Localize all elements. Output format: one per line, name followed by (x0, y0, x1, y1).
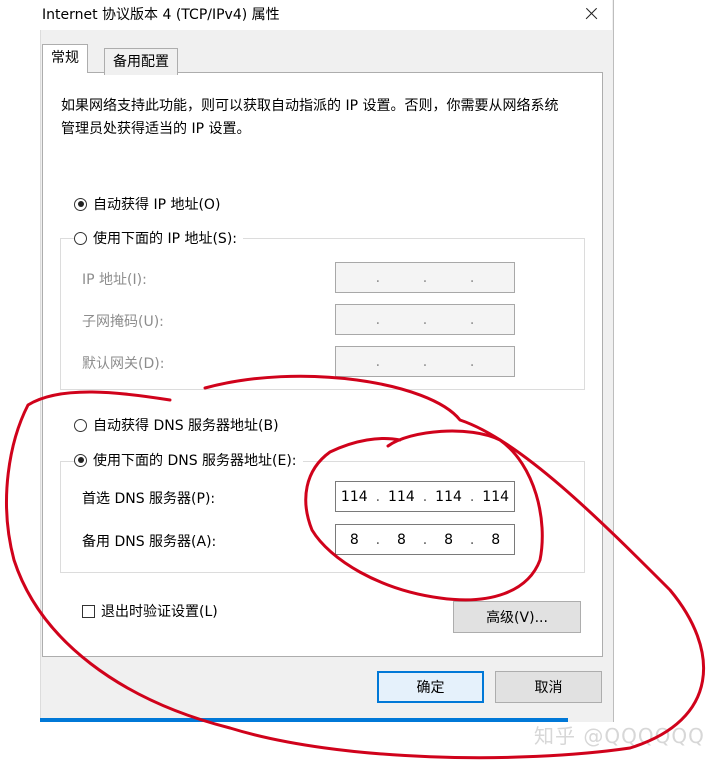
intro-text: 如果网络支持此功能，则可以获取自动指派的 IP 设置。否则，你需要从网络系统管理… (61, 98, 559, 137)
preferred-dns-label: 首选 DNS 服务器(P): (82, 491, 216, 507)
ip-address-label: IP 地址(I): (82, 272, 147, 288)
validate-checkbox-label: 退出时验证设置(L) (101, 604, 218, 620)
close-icon[interactable] (572, 0, 610, 28)
radio-auto-ip[interactable]: 自动获得 IP 地址(O) (74, 193, 227, 215)
preferred-dns-octet-3[interactable]: 114 (432, 489, 466, 505)
radio-auto-dns[interactable]: 自动获得 DNS 服务器地址(B) (74, 414, 285, 436)
radio-manual-dns-label: 使用下面的 DNS 服务器地址(E): (93, 453, 297, 469)
radio-manual-ip[interactable]: 使用下面的 IP 地址(S): (74, 227, 243, 249)
alternate-dns-octet-2[interactable]: 8 (384, 532, 418, 548)
alternate-dns-octet-1[interactable]: 8 (337, 532, 371, 548)
ok-button[interactable]: 确定 (377, 671, 484, 703)
radio-manual-dns[interactable]: 使用下面的 DNS 服务器地址(E): (74, 449, 303, 471)
preferred-dns-octet-1[interactable]: 114 (337, 489, 371, 505)
radio-auto-ip-label: 自动获得 IP 地址(O) (93, 197, 221, 213)
alternate-dns-input[interactable]: 8. 8. 8. 8 (335, 524, 515, 555)
validate-checkbox-box[interactable] (82, 604, 95, 618)
validate-on-exit-checkbox[interactable]: 退出时验证设置(L) (82, 600, 224, 622)
dialog-window: Internet 协议版本 4 (TCP/IPv4) 属性 常规 备用配置 如果… (0, 0, 614, 722)
ip-address-input[interactable]: . . . (335, 262, 515, 293)
radio-auto-dns-indicator[interactable] (74, 418, 87, 432)
dns-server-group (60, 461, 585, 573)
window-title: Internet 协议版本 4 (TCP/IPv4) 属性 (42, 7, 280, 23)
alternate-dns-octet-4[interactable]: 8 (479, 532, 513, 548)
tab-general[interactable]: 常规 (42, 44, 88, 73)
watermark-text: 知乎 @QQQQQQ (534, 724, 705, 748)
tab-alternate-config[interactable]: 备用配置 (104, 48, 178, 75)
radio-manual-ip-indicator[interactable] (74, 231, 87, 245)
default-gateway-label: 默认网关(D): (82, 356, 165, 372)
radio-manual-ip-label: 使用下面的 IP 地址(S): (93, 231, 237, 247)
default-gateway-input[interactable]: . . . (335, 346, 515, 377)
radio-auto-ip-indicator[interactable] (74, 197, 87, 211)
radio-auto-dns-label: 自动获得 DNS 服务器地址(B) (93, 418, 279, 434)
preferred-dns-input[interactable]: 114. 114. 114. 114 (335, 481, 515, 512)
radio-manual-dns-indicator[interactable] (74, 453, 87, 467)
advanced-button[interactable]: 高级(V)... (453, 601, 581, 633)
alternate-dns-label: 备用 DNS 服务器(A): (82, 534, 217, 550)
cancel-button[interactable]: 取消 (495, 671, 602, 703)
taskbar-accent-strip (40, 718, 568, 722)
alternate-dns-octet-3[interactable]: 8 (432, 532, 466, 548)
subnet-mask-label: 子网掩码(U): (82, 314, 164, 330)
subnet-mask-input[interactable]: . . . (335, 304, 515, 335)
preferred-dns-octet-2[interactable]: 114 (384, 489, 418, 505)
preferred-dns-octet-4[interactable]: 114 (479, 489, 513, 505)
